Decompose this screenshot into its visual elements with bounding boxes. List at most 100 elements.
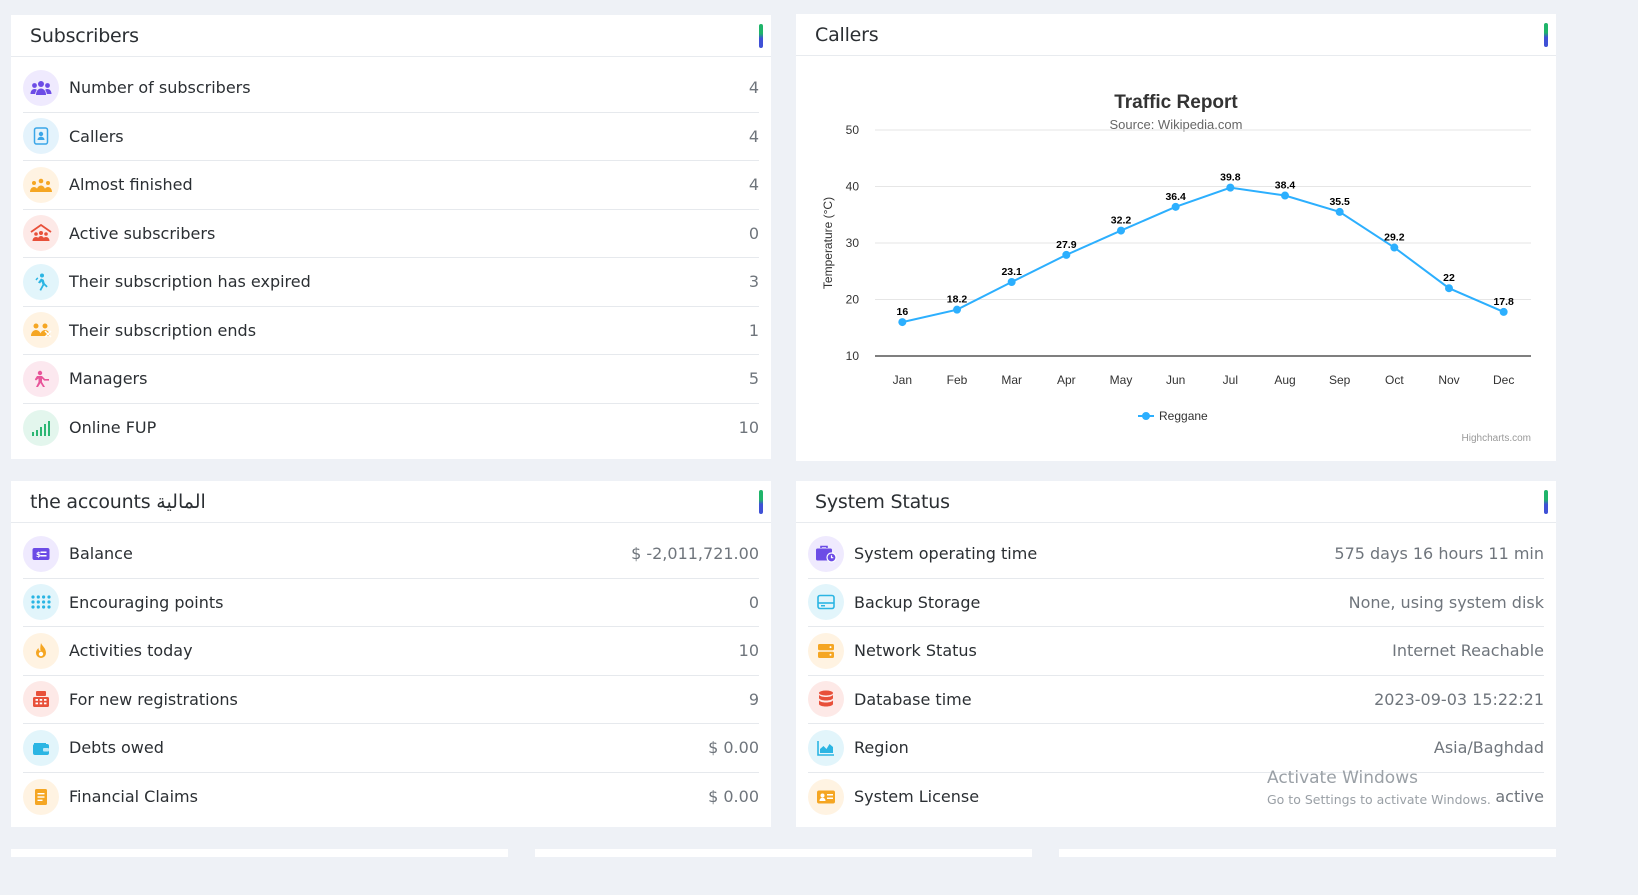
list-item-value: active [1495,787,1544,807]
bottom-card-3 [1059,849,1556,857]
list-item[interactable]: Their subscription ends 1 [23,307,759,355]
list-item-label: Region [854,738,909,758]
chart-credits: Highcharts.com [1462,433,1531,444]
list-item[interactable]: Network Status Internet Reachable [808,627,1544,676]
traffic-chart: Traffic Report Source: Wikipedia.com 10 20 3… [796,56,1556,466]
x-tick-label: Oct [1385,373,1404,387]
card-accent-bar [1544,22,1548,47]
x-tick-label: Feb [947,373,968,387]
active-users-icon [23,215,59,252]
accounts-card: the accounts المالية $ Balance $ -2,011,… [11,481,771,827]
list-item-label: Callers [69,126,124,146]
users-group-icon [23,69,59,106]
system-status-card-header: System Status [796,481,1556,523]
data-label: 23.1 [1001,266,1022,278]
watermark-subtitle: Go to Settings to activate Windows. [1267,792,1491,807]
data-label: 27.9 [1056,239,1077,251]
series-line [902,186,1505,324]
list-item-value: 0 [748,592,759,612]
list-item[interactable]: Active subscribers 0 [23,210,759,258]
system-status-title: System Status [815,490,950,513]
storage-icon [808,584,844,621]
y-axis-label: Temperature (°C) [821,197,835,289]
data-label: 38.4 [1275,180,1296,192]
list-item-value: 10 [738,641,759,661]
list-item-label: Balance [69,544,133,564]
data-label: 39.8 [1220,172,1241,184]
list-item[interactable]: $ Balance $ -2,011,721.00 [23,530,759,579]
subscribers-list: Number of subscribers 4 Callers 4 Almost… [11,57,771,452]
bottom-card-1 [11,849,508,857]
database-icon [808,681,844,718]
fire-icon [23,632,59,669]
list-item[interactable]: Online FUP 10 [23,404,759,453]
data-label: 35.5 [1329,196,1350,208]
list-item-value: 4 [748,126,759,146]
data-point [1117,226,1125,235]
callers-card-header: Callers [796,14,1556,56]
list-item[interactable]: Region Asia/Baghdad [808,724,1544,773]
traffic-chart-svg: Traffic ReportSource: Wikipedia.com10203… [821,92,1531,444]
list-item-value: $ 0.00 [708,738,759,758]
accounts-title: the accounts المالية [30,490,206,513]
list-item-label: Their subscription ends [69,320,257,340]
list-item-value: $ 0.00 [708,787,759,807]
bottom-card-2 [535,849,1032,857]
data-label: 29.2 [1384,232,1405,244]
list-item[interactable]: Their subscription has expired 3 [23,258,759,307]
list-item-value: 0 [748,223,759,243]
list-item[interactable]: Backup Storage None, using system disk [808,579,1544,627]
chart-title: Traffic Report [1114,92,1238,113]
data-point [1062,250,1071,259]
windows-activation-watermark: Activate Windows Go to Settings to activ… [1267,768,1491,807]
list-item-value: Asia/Baghdad [1433,738,1544,758]
data-label: 18.2 [947,294,968,306]
list-item-label: Online FUP [69,418,157,438]
card-accent-bar [759,23,763,48]
x-tick-label: Mar [1001,373,1022,387]
list-item[interactable]: Encouraging points 0 [23,579,759,627]
list-item-label: Financial Claims [69,787,198,807]
list-item-value: 575 days 16 hours 11 min [1334,544,1544,564]
list-item-value: 4 [748,175,759,195]
x-tick-label: Jun [1166,373,1185,387]
data-label: 17.8 [1493,296,1514,308]
accounts-list: $ Balance $ -2,011,721.00 Encouraging po… [11,523,771,821]
list-item[interactable]: System operating time 575 days 16 hours … [808,530,1544,579]
y-tick-label: 30 [846,236,860,250]
data-point [1445,284,1453,293]
users-remove-icon [23,312,59,349]
data-label: 16 [896,306,908,318]
list-item[interactable]: Activities today 10 [23,627,759,676]
x-tick-label: Jul [1223,373,1238,387]
data-point [1335,207,1344,216]
list-item-label: Almost finished [69,175,193,195]
x-tick-label: Jan [893,373,912,387]
list-item-label: Number of subscribers [69,78,251,98]
server-icon [808,632,844,669]
data-point [1007,277,1016,286]
list-item[interactable]: Managers 5 [23,355,759,404]
area-chart-icon [808,729,844,766]
y-tick-label: 20 [846,293,860,307]
list-item-label: Their subscription has expired [69,272,311,292]
document-icon [23,778,59,815]
svg-text:$: $ [36,551,41,559]
list-item[interactable]: Number of subscribers 4 [23,64,759,113]
list-item-value: None, using system disk [1348,592,1544,612]
list-item[interactable]: Callers 4 [23,113,759,161]
list-item[interactable]: For new registrations 9 [23,676,759,724]
list-item[interactable]: Almost finished 4 [23,161,759,210]
card-accent-bar [759,489,763,514]
watermark-title: Activate Windows [1267,768,1418,788]
list-item-label: Active subscribers [69,223,216,243]
legend-marker [1142,412,1150,420]
list-item-value: 1 [748,320,759,340]
list-item[interactable]: Database time 2023-09-03 15:22:21 [808,676,1544,724]
card-accent-bar [1544,489,1548,514]
list-item-value: 9 [748,689,759,709]
x-tick-label: Dec [1493,373,1514,387]
list-item[interactable]: Debts owed $ 0.00 [23,724,759,773]
legend-label: Reggane [1159,409,1208,423]
list-item[interactable]: Financial Claims $ 0.00 [23,773,759,822]
